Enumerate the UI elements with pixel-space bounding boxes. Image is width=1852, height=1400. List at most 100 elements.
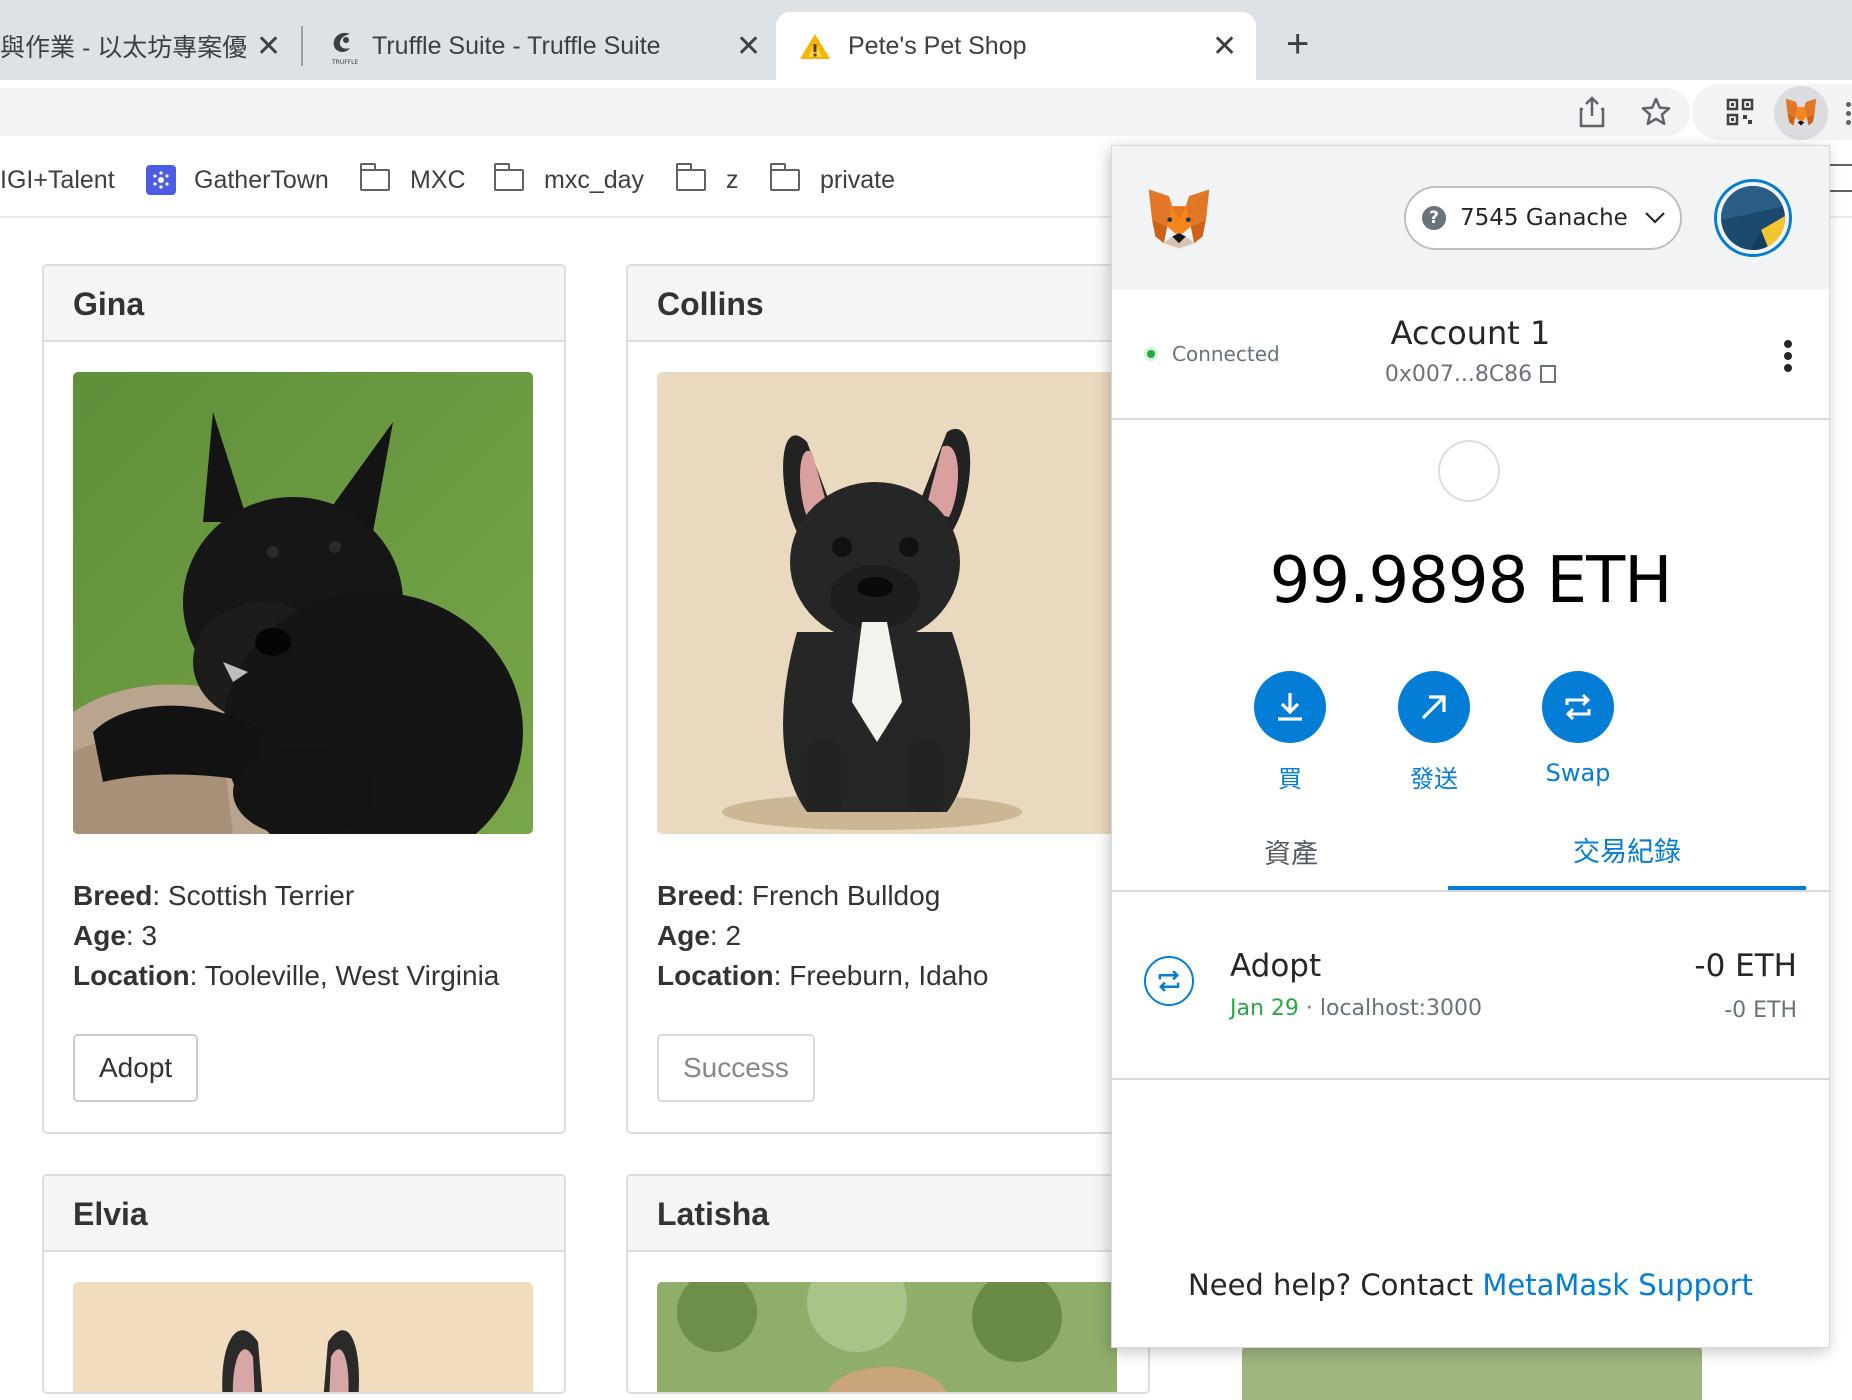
account-address-copy[interactable]: 0x007...8C86 <box>1112 362 1829 387</box>
account-options-menu-icon[interactable] <box>1784 340 1792 376</box>
age-label: Age <box>657 920 710 951</box>
tab-separator <box>301 26 303 66</box>
bookmark-folder-private[interactable]: private <box>769 144 896 216</box>
pet-details: Breed: French Bulldog Age: 2 Location: F… <box>657 876 988 996</box>
metamask-popup: ? 7545 Ganache Connected Account 1 0x007… <box>1111 145 1830 1348</box>
breed-label: Breed <box>657 880 737 911</box>
transaction-list-item[interactable]: Adopt Jan 29 · localhost:3000 -0 ETH -0 … <box>1112 892 1829 1080</box>
tab-assets[interactable]: 資產 <box>1112 812 1470 890</box>
transaction-origin: localhost:3000 <box>1319 996 1483 1021</box>
network-selector[interactable]: ? 7545 Ganache <box>1404 186 1682 250</box>
address-bar[interactable] <box>0 88 1690 136</box>
network-name: 7545 Ganache <box>1460 205 1628 231</box>
location-value: : Freeburn, Idaho <box>773 960 989 991</box>
download-icon <box>1254 671 1326 743</box>
chevron-down-icon <box>1644 211 1666 225</box>
folder-icon <box>675 163 706 191</box>
help-footer: Need help? Contact MetaMask Support <box>1112 1268 1829 1302</box>
location-label: Location <box>657 960 774 991</box>
truffle-favicon-icon: TRUFFLE <box>324 26 364 66</box>
account-address: 0x007...8C86 <box>1384 362 1533 387</box>
bookmark-igi-talent[interactable]: IGI+Talent <box>0 144 115 216</box>
identicon <box>1721 186 1785 250</box>
bookmark-folder-mxc[interactable]: MXC <box>359 144 466 216</box>
pet-photo <box>1242 1346 1702 1400</box>
transaction-date: Jan 29 <box>1230 996 1299 1021</box>
new-tab-button[interactable]: + <box>1286 22 1309 67</box>
qr-code-icon[interactable] <box>1720 92 1760 132</box>
metamask-header: ? 7545 Ganache <box>1112 146 1829 290</box>
buy-button[interactable]: 買 <box>1230 671 1350 794</box>
pet-name: Latisha <box>628 1176 1148 1252</box>
send-label: 發送 <box>1410 765 1458 793</box>
pet-card-latisha: Latisha <box>626 1174 1150 1394</box>
pet-photo <box>657 372 1117 834</box>
pet-card-gina: Gina Breed: Scottish Terrier Age: 3 Loca… <box>42 264 566 1134</box>
pet-photo <box>73 1282 533 1392</box>
close-icon[interactable]: ✕ <box>256 29 281 64</box>
transaction-title: Adopt <box>1230 948 1322 984</box>
browser-tab-homework[interactable]: 與作業 - 以太坊專案優秀 ✕ <box>0 12 300 80</box>
pet-name: Elvia <box>44 1176 564 1252</box>
metamask-support-link[interactable]: MetaMask Support <box>1482 1268 1753 1302</box>
bookmark-gathertown[interactable]: GatherTown <box>146 144 329 216</box>
folder-icon <box>359 163 390 191</box>
account-bar: Connected Account 1 0x007...8C86 <box>1112 290 1829 420</box>
tab-title: 與作業 - 以太坊專案優秀 <box>0 34 246 62</box>
transaction-subtitle: Jan 29 · localhost:3000 <box>1230 996 1482 1021</box>
breed-value: : Scottish Terrier <box>152 880 355 911</box>
pet-photo <box>73 372 533 834</box>
success-button[interactable]: Success <box>657 1034 815 1102</box>
pet-name: Collins <box>628 266 1148 342</box>
pet-card-elvia: Elvia <box>42 1174 566 1394</box>
network-question-icon: ? <box>1422 206 1446 230</box>
bookmark-label: GatherTown <box>194 165 329 194</box>
extensions-area <box>1692 84 1852 140</box>
send-button[interactable]: 發送 <box>1374 671 1494 794</box>
browser-tab-truffle[interactable]: TRUFFLE Truffle Suite - Truffle Suite ✕ <box>318 12 780 80</box>
metamask-tabs: 資產 交易紀錄 <box>1112 812 1829 892</box>
age-label: Age <box>73 920 126 951</box>
chrome-menu-icon[interactable] <box>1846 102 1852 125</box>
close-icon[interactable]: ✕ <box>736 29 761 64</box>
bookmark-label: z <box>726 165 739 194</box>
pet-details: Breed: Scottish Terrier Age: 3 Location:… <box>73 876 499 996</box>
copy-icon <box>1540 365 1557 383</box>
bookmark-label: private <box>820 165 896 194</box>
adopt-button[interactable]: Adopt <box>73 1034 199 1102</box>
balance-display: 99.9898 ETH <box>1269 544 1673 618</box>
bookmark-folder-mxc-day[interactable]: mxc_day <box>493 144 645 216</box>
arrow-up-right-icon <box>1398 671 1470 743</box>
bookmark-star-icon[interactable] <box>1638 94 1674 130</box>
bookmark-folder-z[interactable]: z <box>675 144 739 216</box>
swap-button[interactable]: Swap <box>1518 671 1638 787</box>
share-icon[interactable] <box>1574 94 1610 130</box>
token-icon <box>1438 440 1500 502</box>
age-value: : 3 <box>125 920 158 951</box>
metamask-fox-logo-icon[interactable] <box>1144 186 1214 250</box>
account-name: Account 1 <box>1390 314 1551 352</box>
account-avatar[interactable] <box>1714 179 1792 257</box>
browser-tab-pet-shop[interactable]: Pete's Pet Shop ✕ <box>776 12 1256 80</box>
bookmark-label: mxc_day <box>544 165 645 194</box>
tab-title: Pete's Pet Shop <box>848 31 1027 60</box>
gathertown-icon <box>146 165 176 195</box>
browser-tab-strip: 與作業 - 以太坊專案優秀 ✕ TRUFFLE Truffle Suite - … <box>0 0 1852 80</box>
pet-shop-favicon-icon <box>798 32 832 62</box>
transaction-amount: -0 ETH <box>1694 948 1797 984</box>
transaction-separator: · <box>1298 996 1320 1021</box>
metamask-extension-icon[interactable] <box>1774 86 1828 140</box>
svg-text:TRUFFLE: TRUFFLE <box>331 59 358 66</box>
close-icon[interactable]: ✕ <box>1212 29 1237 64</box>
buy-label: 買 <box>1278 765 1302 793</box>
bookmark-label: IGI+Talent <box>0 165 115 194</box>
tab-activity[interactable]: 交易紀錄 <box>1448 812 1806 890</box>
swap-icon <box>1542 671 1614 743</box>
tab-title: Truffle Suite - Truffle Suite <box>372 31 661 60</box>
breed-label: Breed <box>73 880 153 911</box>
browser-toolbar <box>0 80 1852 144</box>
help-text: Need help? Contact <box>1188 1268 1483 1302</box>
pet-photo <box>657 1282 1117 1392</box>
bookmark-label: MXC <box>410 165 466 194</box>
location-label: Location <box>73 960 190 991</box>
